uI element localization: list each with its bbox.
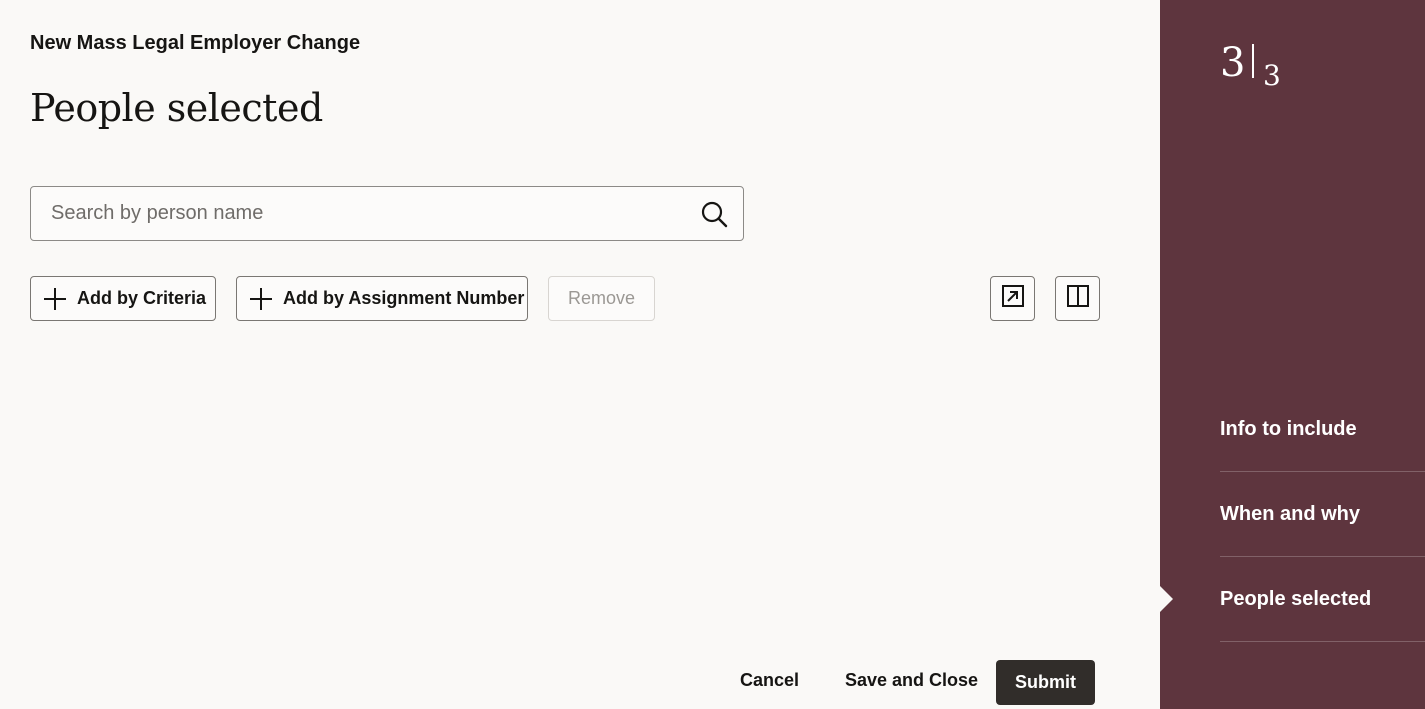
remove-button[interactable]: Remove — [548, 276, 655, 321]
split-view-button[interactable] — [1055, 276, 1100, 321]
app-title: New Mass Legal Employer Change — [30, 32, 361, 54]
search-box — [30, 186, 744, 241]
add-by-assignment-number-label: Add by Assignment Number — [283, 288, 525, 308]
add-by-criteria-button[interactable]: Add by Criteria — [30, 276, 216, 321]
step-info-to-include[interactable]: Info to include — [1220, 387, 1425, 472]
step-when-and-why[interactable]: When and why — [1220, 472, 1425, 557]
search-icon[interactable] — [699, 199, 729, 229]
step-sidebar: 3 3 Info to include When and why People … — [1160, 0, 1425, 709]
save-and-close-button[interactable]: Save and Close — [845, 670, 978, 691]
split-view-icon — [1066, 285, 1089, 312]
step-current: 3 — [1220, 40, 1246, 86]
search-input[interactable] — [31, 187, 699, 240]
submit-button[interactable]: Submit — [996, 660, 1095, 705]
main-panel: New Mass Legal Employer Change People se… — [0, 0, 1160, 709]
cancel-button[interactable]: Cancel — [740, 670, 799, 691]
detach-button[interactable] — [990, 276, 1035, 321]
page-title: People selected — [30, 86, 323, 130]
step-divider — [1252, 44, 1254, 78]
detach-icon — [1001, 285, 1024, 312]
add-by-assignment-number-button[interactable]: Add by Assignment Number — [236, 276, 528, 321]
step-list: Info to include When and why People sele… — [1220, 387, 1425, 642]
plus-icon — [249, 287, 273, 311]
step-total: 3 — [1263, 59, 1281, 92]
add-by-criteria-label: Add by Criteria — [77, 288, 207, 308]
active-step-pointer — [1160, 586, 1173, 612]
plus-icon — [43, 287, 67, 311]
step-people-selected[interactable]: People selected — [1220, 557, 1425, 642]
